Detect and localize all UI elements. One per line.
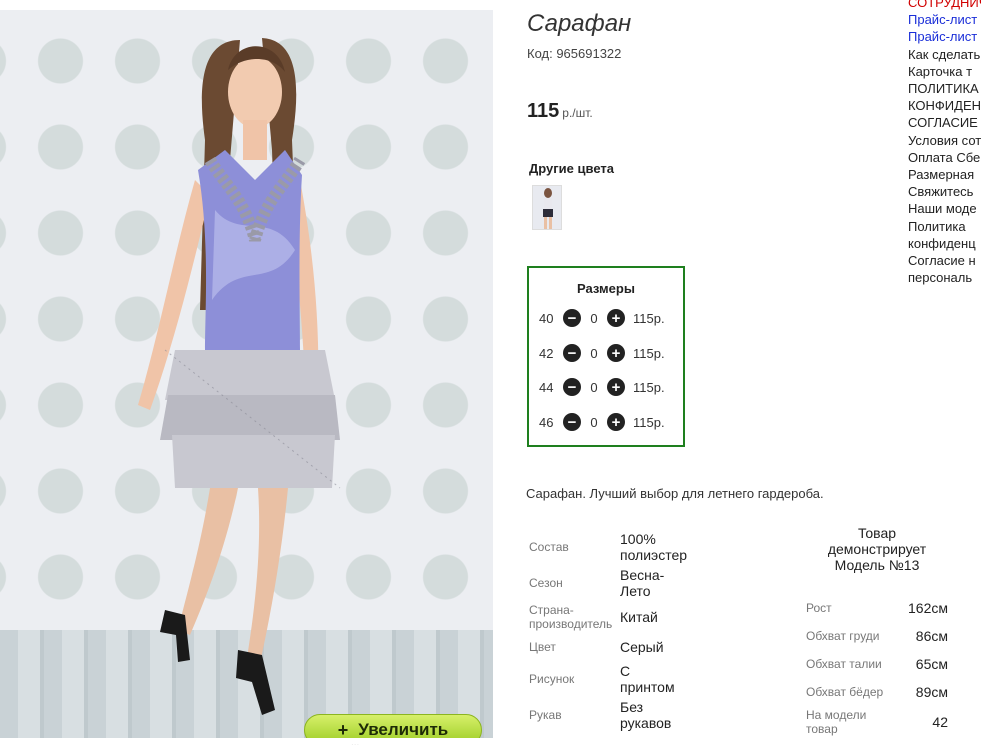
spec-label: Рукав [529,708,562,722]
model-measure-label: Рост [806,601,832,615]
pager-dots: ... [351,738,360,745]
size-label: 46 [539,414,554,430]
sidebar-link[interactable]: Наши моде [908,200,981,217]
model-heading: Товар демонстрирует Модель №13 [827,525,927,573]
sidebar-link[interactable]: СОГЛАСИЕ [908,114,981,131]
sidebar-links: СОТРУДНИЧ Прайс-лист Прайс-лист Как сдел… [908,0,981,286]
size-label: 40 [539,310,554,326]
sidebar-link[interactable]: конфиденц [908,235,981,252]
plus-icon[interactable]: + [607,344,625,362]
other-colors-heading: Другие цвета [529,161,614,176]
plus-icon[interactable]: + [607,413,625,431]
sidebar-link[interactable]: Прайс-лист [908,11,981,28]
sidebar-link[interactable]: Размерная [908,166,981,183]
sidebar-link[interactable]: Условия сот [908,132,981,149]
model-measure-value: 65см [915,656,948,672]
size-row: 42 − 0 + 115р. [539,343,665,363]
model-measure-value: 89см [915,684,948,700]
model-measure-label: Обхват талии [806,657,882,671]
sidebar-link[interactable]: Как сделать [908,46,981,63]
size-row: 46 − 0 + 115р. [539,412,665,432]
model-measure-value: 86см [915,628,948,644]
size-label: 42 [539,345,554,361]
minus-icon[interactable]: − [563,344,581,362]
spec-label: Состав [529,540,569,554]
price-unit: р./шт. [562,106,593,120]
size-row: 40 − 0 + 115р. [539,308,665,328]
sidebar-link[interactable]: Политика [908,218,981,235]
spec-value: Серый [620,639,664,655]
quantity-value[interactable]: 0 [581,346,607,361]
spec-value: Китай [620,609,658,625]
spec-label: Сезон [529,576,563,590]
sidebar-link[interactable]: Карточка т [908,63,981,80]
spec-value: 100% полиэстер [620,531,688,563]
model-measure-label: Обхват груди [806,629,880,643]
minus-icon[interactable]: − [563,413,581,431]
sizes-title: Размеры [577,281,635,296]
spec-label: Страна-производитель [529,603,613,631]
product-code: Код: 965691322 [527,46,622,61]
quantity-value[interactable]: 0 [581,380,607,395]
zoom-button[interactable]: + Увеличить [304,714,482,738]
spec-label: Рисунок [529,672,575,686]
sidebar-link[interactable]: Прайс-лист [908,28,981,45]
thumbnail-image [543,188,553,229]
quantity-value[interactable]: 0 [581,415,607,430]
size-label: 44 [539,379,554,395]
model-figure [138,38,341,715]
model-measure-label: На модели товар [806,708,867,736]
zoom-button-label: Увеличить [358,720,449,738]
size-price: 115р. [633,379,665,395]
minus-icon[interactable]: − [563,309,581,327]
model-measure-value: 162см [908,600,948,616]
size-price: 115р. [633,414,665,430]
model-measure-label: Обхват бёдер [806,685,884,699]
model-measure-value: 42 [932,714,948,730]
spec-value: Весна-Лето [620,567,665,599]
size-price: 115р. [633,310,665,326]
spec-value: С принтом [620,663,675,695]
size-row: 44 − 0 + 115р. [539,377,665,397]
sidebar-link[interactable]: персональ [908,269,981,286]
spec-label: Цвет [529,640,556,654]
sidebar-link[interactable]: ПОЛИТИКА [908,80,981,97]
product-photo[interactable]: + Увеличить [0,10,493,738]
price-value: 115 [527,100,560,122]
sidebar-link[interactable]: Согласие н [908,252,981,269]
sidebar-link[interactable]: КОНФИДЕН [908,97,981,114]
product-price: 115 р./шт. [527,100,593,123]
size-price: 115р. [633,345,665,361]
sizes-panel: Размеры 40 − 0 + 115р. 42 − 0 + 115р. 44… [527,266,685,447]
sidebar-link[interactable]: Свяжитесь [908,183,981,200]
color-variant-thumbnail[interactable] [532,185,562,230]
plus-icon[interactable]: + [607,378,625,396]
minus-icon[interactable]: − [563,378,581,396]
plus-icon: + [337,719,349,739]
spec-value: Без рукавов [620,699,672,731]
quantity-value[interactable]: 0 [581,311,607,326]
plus-icon[interactable]: + [607,309,625,327]
sidebar-link[interactable]: Оплата Сбе [908,149,981,166]
product-title: Сарафан [527,10,632,37]
sidebar-link[interactable]: СОТРУДНИЧ [908,0,981,11]
product-description: Сарафан. Лучший выбор для летнего гардер… [526,486,824,501]
